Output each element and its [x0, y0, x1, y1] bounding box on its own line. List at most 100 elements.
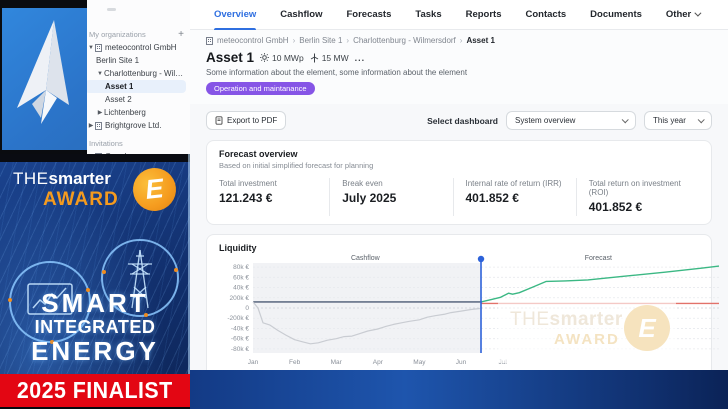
y-tick-label: -200k €	[227, 315, 249, 322]
sidebar-item-asset-1[interactable]: Asset 1	[85, 80, 186, 93]
caret-right-icon[interactable]: ▶	[87, 122, 95, 129]
stat-total-investment: Total investment 121.243 €	[219, 178, 329, 216]
capacity-mwp: 10 MWp	[260, 53, 304, 63]
building-icon	[206, 36, 213, 45]
sidebar-item-label: Asset 2	[105, 95, 132, 104]
sidebar-item-label: Lichtenberg	[104, 108, 146, 117]
tab-label: Contacts	[525, 9, 567, 20]
breadcrumb: meteocontrol GmbH › Berlin Site 1 › Charlott…	[206, 36, 712, 45]
x-tick-label: Mar	[331, 359, 343, 366]
video-thumbnail	[0, 0, 87, 158]
stats-row: Total investment 121.243 € Break even July …	[219, 178, 699, 216]
stat-value: 401.852 €	[465, 191, 519, 205]
x-tick-label: May	[413, 359, 426, 366]
sun-icon	[260, 53, 270, 62]
stat-label: Break even	[342, 179, 383, 188]
stat-label: Total return on investment (ROI)	[588, 179, 681, 197]
x-tick-label: Jul	[498, 359, 507, 366]
sidebar-item-brightgrove-ltd-[interactable]: ▶ Brightgrove Ltd.	[85, 119, 190, 132]
tab-reports[interactable]: Reports	[466, 0, 502, 30]
breadcrumb-separator: ›	[346, 36, 350, 45]
breadcrumb-item[interactable]: Asset 1	[466, 36, 494, 45]
series-forecast-for-fundraising	[480, 265, 720, 303]
forecast-overview-title: Forecast overview	[219, 149, 298, 159]
y-tick-label: -40k €	[231, 325, 249, 332]
asset-header: meteocontrol GmbH › Berlin Site 1 › Charlott…	[190, 30, 728, 104]
award-overlay: THEsmarter AWARD E SMART INTEGRATED ENER…	[0, 154, 190, 409]
tab-overview[interactable]: Overview	[214, 0, 257, 30]
liquidity-chart-svg: 80k € 60k € 40k € 200k € 0 -200k € -40k € -60k …	[227, 255, 720, 366]
building-icon	[95, 121, 102, 130]
breadcrumb-separator: ›	[292, 36, 296, 45]
tab-label: Documents	[590, 9, 642, 20]
tab-tasks[interactable]: Tasks	[415, 0, 441, 30]
stat-total-return-on-investment-roi-: Total return on investment (ROI) 401.852 …	[575, 178, 699, 216]
tab-label: Tasks	[415, 9, 442, 20]
tab-label: Reports	[465, 9, 502, 20]
sidebar-item-meteocontrol-gmbh[interactable]: ▼ meteocontrol GmbH	[85, 41, 190, 54]
tab-label: Forecasts	[346, 9, 392, 20]
sidebar-item-label: Asset 1	[105, 82, 134, 91]
paper-plane-icon	[17, 20, 69, 124]
chevron-down-icon	[621, 116, 629, 124]
region-label: Cashflow	[351, 255, 381, 262]
y-tick-label: 80k €	[233, 264, 249, 271]
caret-down-icon[interactable]: ▼	[87, 45, 95, 51]
tab-forecasts[interactable]: Forecasts	[346, 0, 391, 30]
building-icon	[95, 43, 102, 52]
overlay-bottom-band	[190, 370, 728, 409]
sidebar-item-label: Charlottenburg - Wilme...	[104, 69, 187, 78]
sidebar-item-asset-2[interactable]: Asset 2	[85, 93, 190, 106]
tab-label: Other	[665, 9, 692, 20]
sidebar-item-lichtenberg[interactable]: ▶ Lichtenberg	[85, 106, 190, 119]
tab-contacts[interactable]: Contacts	[526, 0, 567, 30]
add-organization-button[interactable]: +	[178, 29, 184, 39]
chevron-down-icon	[694, 9, 702, 17]
stat-label: Internal rate of return (IRR)	[465, 179, 562, 188]
forecast-overview-card: Forecast overview Based on initial simpl…	[206, 140, 712, 225]
the-smarter-e-logo: THEsmarter AWARD	[13, 169, 119, 210]
wind-turbine-icon	[310, 53, 318, 62]
tab-label: Cashflow	[280, 9, 323, 20]
breadcrumb-separator: ›	[459, 36, 463, 45]
sidebar-item-label: Brightgrove Ltd.	[105, 121, 162, 130]
x-tick-label: Jan	[248, 359, 259, 366]
y-tick-label: -80k €	[231, 346, 249, 353]
stat-value: 401.852 €	[588, 200, 643, 214]
y-tick-label: 60k €	[233, 274, 249, 281]
document-icon	[215, 116, 223, 125]
x-tick-label: Apr	[373, 359, 384, 366]
breadcrumb-item[interactable]: meteocontrol GmbH	[217, 36, 289, 45]
tab-label: Overview	[214, 9, 257, 20]
export-pdf-button[interactable]: Export to PDF	[206, 111, 287, 130]
tab-documents[interactable]: Documents	[590, 0, 642, 30]
dashboard-select[interactable]: System overview	[506, 111, 636, 130]
invitations-label: Invitations	[89, 139, 123, 148]
sidebar-collapse-handle[interactable]	[107, 8, 116, 11]
caret-right-icon[interactable]: ▶	[96, 109, 104, 116]
screenshot-stage: My organizations + ▼ meteocontrol GmbH Ber…	[0, 0, 728, 409]
period-select[interactable]: This year	[644, 111, 712, 130]
chevron-down-icon	[697, 116, 705, 124]
sidebar-item-label: meteocontrol GmbH	[105, 43, 177, 52]
y-tick-label: -60k €	[231, 336, 249, 343]
sidebar-item-charlottenburg-wilme-[interactable]: ▼ Charlottenburg - Wilme...	[85, 67, 190, 80]
award-tagline: SMART INTEGRATED ENERGY	[31, 288, 159, 366]
liquidity-title: Liquidity	[219, 243, 257, 253]
organization-tree: ▼ meteocontrol GmbH Berlin Site 1 ▼ Charlott…	[85, 41, 190, 132]
tab-other[interactable]: Other	[665, 0, 702, 30]
tab-cashflow[interactable]: Cashflow	[280, 0, 322, 30]
more-options-button[interactable]: ...	[355, 53, 366, 63]
breadcrumb-item[interactable]: Charlottenburg - Wilmersdorf	[353, 36, 456, 45]
region-label: Forecast	[585, 255, 612, 262]
sidebar-item-berlin-site-1[interactable]: Berlin Site 1	[85, 54, 190, 67]
y-tick-label: 200k €	[229, 295, 249, 302]
x-tick-label: Feb	[289, 359, 301, 366]
stat-break-even: Break even July 2025	[329, 178, 452, 216]
my-organizations-label: My organizations	[89, 30, 146, 39]
toolbar: Export to PDF Select dashboard System ov…	[190, 104, 728, 130]
forecast-overview-subtitle: Based on initial simplified forecast for…	[219, 161, 374, 170]
caret-down-icon[interactable]: ▼	[96, 71, 104, 77]
breadcrumb-item[interactable]: Berlin Site 1	[299, 36, 342, 45]
finalist-banner: 2025 FINALIST	[0, 374, 190, 409]
